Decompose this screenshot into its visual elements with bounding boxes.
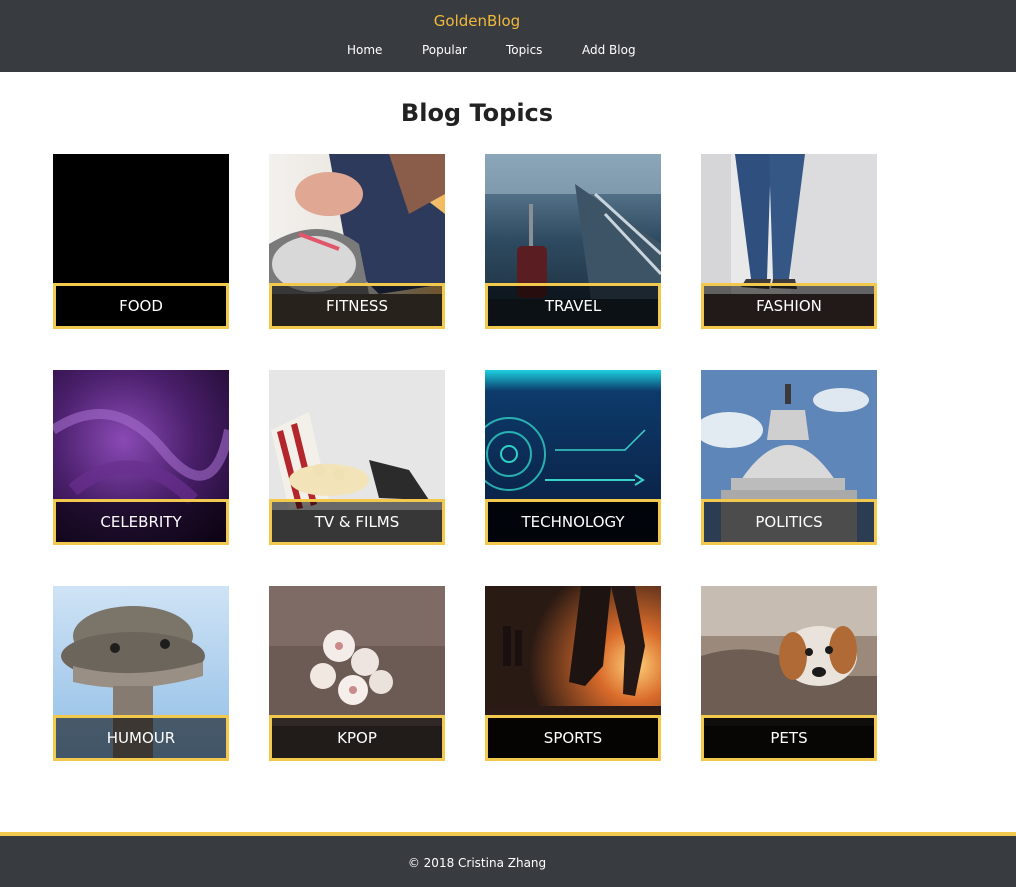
topic-tile-kpop[interactable]: KPOP: [269, 586, 445, 761]
topic-label-politics: POLITICS: [701, 499, 877, 545]
topic-label-travel: TRAVEL: [485, 283, 661, 329]
footer-copyright: © 2018 Cristina Zhang: [407, 856, 547, 870]
nav-home[interactable]: Home: [347, 43, 382, 57]
topic-tile-humour[interactable]: HUMOUR: [53, 586, 229, 761]
topic-tile-celebrity[interactable]: CELEBRITY: [53, 370, 229, 545]
topic-label-pets: PETS: [701, 715, 877, 761]
topic-label-tv-films: TV & FILMS: [269, 499, 445, 545]
topic-label-technology: TECHNOLOGY: [485, 499, 661, 545]
nav-topics[interactable]: Topics: [506, 43, 542, 57]
topic-tile-tv-films[interactable]: TV & FILMS: [269, 370, 445, 545]
topic-tile-fitness[interactable]: FITNESS: [269, 154, 445, 329]
nav-popular[interactable]: Popular: [422, 43, 467, 57]
topic-label-fashion: FASHION: [701, 283, 877, 329]
topic-tile-technology[interactable]: TECHNOLOGY: [485, 370, 661, 545]
topic-label-food: FOOD: [53, 283, 229, 329]
topic-label-celebrity: CELEBRITY: [53, 499, 229, 545]
topic-tile-food[interactable]: FOOD: [53, 154, 229, 329]
nav-add-blog[interactable]: Add Blog: [582, 43, 636, 57]
topic-tile-sports[interactable]: SPORTS: [485, 586, 661, 761]
topic-tile-politics[interactable]: POLITICS: [701, 370, 877, 545]
topic-label-sports: SPORTS: [485, 715, 661, 761]
topic-tile-fashion[interactable]: FASHION: [701, 154, 877, 329]
topic-tile-travel[interactable]: TRAVEL: [485, 154, 661, 329]
top-navbar: GoldenBlog Home Popular Topics Add Blog: [0, 0, 1016, 72]
page-title: Blog Topics: [400, 99, 554, 127]
topic-tile-pets[interactable]: PETS: [701, 586, 877, 761]
main-nav: Home Popular Topics Add Blog: [0, 43, 1016, 59]
brand-logo[interactable]: GoldenBlog: [0, 12, 954, 30]
topic-label-fitness: FITNESS: [269, 283, 445, 329]
topic-label-humour: HUMOUR: [53, 715, 229, 761]
footer: © 2018 Cristina Zhang: [0, 836, 1016, 887]
topic-label-kpop: KPOP: [269, 715, 445, 761]
